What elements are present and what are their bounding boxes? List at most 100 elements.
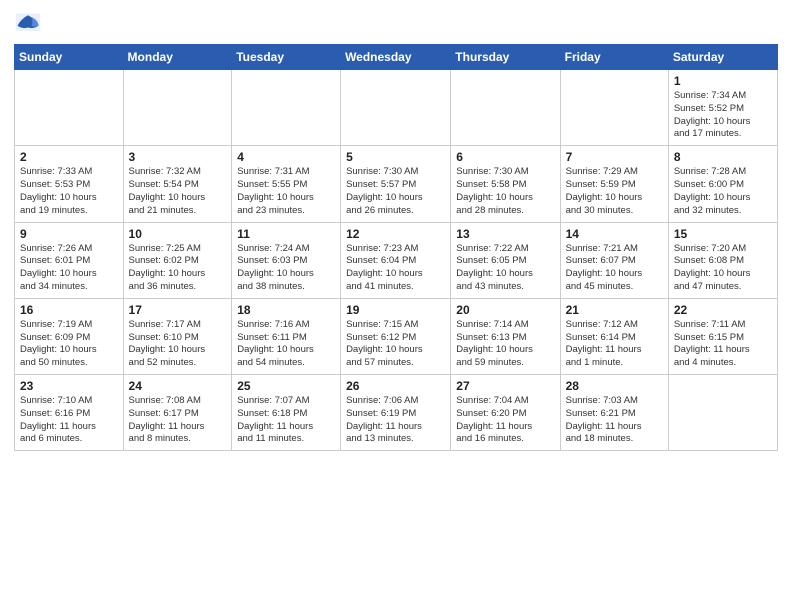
calendar-cell: 7 Sunrise: 7:29 AM Sunset: 5:59 PM Daylig… — [560, 146, 668, 222]
calendar-cell — [341, 70, 451, 146]
day-number: 12 — [346, 227, 445, 241]
day-number: 23 — [20, 379, 118, 393]
calendar-week-5: 23 Sunrise: 7:10 AM Sunset: 6:16 PM Dayli… — [15, 375, 778, 451]
calendar-cell: 4 Sunrise: 7:31 AM Sunset: 5:55 PM Daylig… — [232, 146, 341, 222]
weekday-header-sunday: Sunday — [15, 45, 124, 70]
day-number: 7 — [566, 150, 663, 164]
day-info: Sunrise: 7:33 AM Sunset: 5:53 PM Dayligh… — [20, 166, 118, 217]
day-info: Sunrise: 7:15 AM Sunset: 6:12 PM Dayligh… — [346, 319, 445, 370]
calendar-cell: 27 Sunrise: 7:04 AM Sunset: 6:20 PM Dayli… — [451, 375, 560, 451]
day-info: Sunrise: 7:34 AM Sunset: 5:52 PM Dayligh… — [674, 90, 772, 141]
calendar-cell — [15, 70, 124, 146]
day-info: Sunrise: 7:32 AM Sunset: 5:54 PM Dayligh… — [129, 166, 227, 217]
day-number: 25 — [237, 379, 335, 393]
day-info: Sunrise: 7:06 AM Sunset: 6:19 PM Dayligh… — [346, 395, 445, 446]
day-number: 26 — [346, 379, 445, 393]
day-info: Sunrise: 7:14 AM Sunset: 6:13 PM Dayligh… — [456, 319, 554, 370]
calendar-cell: 23 Sunrise: 7:10 AM Sunset: 6:16 PM Dayli… — [15, 375, 124, 451]
calendar-cell — [232, 70, 341, 146]
day-number: 27 — [456, 379, 554, 393]
calendar-cell: 12Sunrise: 7:23 AM Sunset: 6:04 PM Dayli… — [341, 222, 451, 298]
day-info: Sunrise: 7:16 AM Sunset: 6:11 PM Dayligh… — [237, 319, 335, 370]
day-info: Sunrise: 7:29 AM Sunset: 5:59 PM Dayligh… — [566, 166, 663, 217]
weekday-header-saturday: Saturday — [668, 45, 777, 70]
calendar-header: SundayMondayTuesdayWednesdayThursdayFrid… — [15, 45, 778, 70]
day-info: Sunrise: 7:31 AM Sunset: 5:55 PM Dayligh… — [237, 166, 335, 217]
calendar-cell: 14 Sunrise: 7:21 AM Sunset: 6:07 PM Dayli… — [560, 222, 668, 298]
weekday-header-thursday: Thursday — [451, 45, 560, 70]
day-info: Sunrise: 7:25 AM Sunset: 6:02 PM Dayligh… — [129, 243, 227, 294]
calendar-week-1: 1Sunrise: 7:34 AM Sunset: 5:52 PM Daylig… — [15, 70, 778, 146]
day-info: Sunrise: 7:17 AM Sunset: 6:10 PM Dayligh… — [129, 319, 227, 370]
calendar-cell: 19 Sunrise: 7:15 AM Sunset: 6:12 PM Dayli… — [341, 298, 451, 374]
calendar-cell: 9Sunrise: 7:26 AM Sunset: 6:01 PM Daylig… — [15, 222, 124, 298]
calendar-cell: 1Sunrise: 7:34 AM Sunset: 5:52 PM Daylig… — [668, 70, 777, 146]
day-number: 14 — [566, 227, 663, 241]
day-info: Sunrise: 7:30 AM Sunset: 5:57 PM Dayligh… — [346, 166, 445, 217]
day-number: 8 — [674, 150, 772, 164]
calendar-cell — [668, 375, 777, 451]
day-number: 11 — [237, 227, 335, 241]
calendar-cell: 10 Sunrise: 7:25 AM Sunset: 6:02 PM Dayli… — [123, 222, 232, 298]
calendar-week-4: 16Sunrise: 7:19 AM Sunset: 6:09 PM Dayli… — [15, 298, 778, 374]
calendar-cell: 25 Sunrise: 7:07 AM Sunset: 6:18 PM Dayli… — [232, 375, 341, 451]
day-info: Sunrise: 7:04 AM Sunset: 6:20 PM Dayligh… — [456, 395, 554, 446]
weekday-header-wednesday: Wednesday — [341, 45, 451, 70]
day-number: 19 — [346, 303, 445, 317]
day-info: Sunrise: 7:03 AM Sunset: 6:21 PM Dayligh… — [566, 395, 663, 446]
calendar-cell: 22 Sunrise: 7:11 AM Sunset: 6:15 PM Dayli… — [668, 298, 777, 374]
weekday-header-monday: Monday — [123, 45, 232, 70]
calendar-cell — [123, 70, 232, 146]
page: SundayMondayTuesdayWednesdayThursdayFrid… — [0, 0, 792, 612]
calendar-cell: 17 Sunrise: 7:17 AM Sunset: 6:10 PM Dayli… — [123, 298, 232, 374]
day-number: 13 — [456, 227, 554, 241]
header — [14, 10, 778, 38]
calendar-week-3: 9Sunrise: 7:26 AM Sunset: 6:01 PM Daylig… — [15, 222, 778, 298]
day-info: Sunrise: 7:30 AM Sunset: 5:58 PM Dayligh… — [456, 166, 554, 217]
day-info: Sunrise: 7:11 AM Sunset: 6:15 PM Dayligh… — [674, 319, 772, 370]
calendar-cell: 6Sunrise: 7:30 AM Sunset: 5:58 PM Daylig… — [451, 146, 560, 222]
day-info: Sunrise: 7:26 AM Sunset: 6:01 PM Dayligh… — [20, 243, 118, 294]
day-info: Sunrise: 7:07 AM Sunset: 6:18 PM Dayligh… — [237, 395, 335, 446]
day-number: 3 — [129, 150, 227, 164]
weekday-header-tuesday: Tuesday — [232, 45, 341, 70]
day-number: 10 — [129, 227, 227, 241]
day-info: Sunrise: 7:08 AM Sunset: 6:17 PM Dayligh… — [129, 395, 227, 446]
day-info: Sunrise: 7:12 AM Sunset: 6:14 PM Dayligh… — [566, 319, 663, 370]
calendar-cell: 15 Sunrise: 7:20 AM Sunset: 6:08 PM Dayli… — [668, 222, 777, 298]
day-info: Sunrise: 7:19 AM Sunset: 6:09 PM Dayligh… — [20, 319, 118, 370]
calendar-cell: 8 Sunrise: 7:28 AM Sunset: 6:00 PM Daylig… — [668, 146, 777, 222]
calendar-cell: 26 Sunrise: 7:06 AM Sunset: 6:19 PM Dayli… — [341, 375, 451, 451]
day-info: Sunrise: 7:10 AM Sunset: 6:16 PM Dayligh… — [20, 395, 118, 446]
calendar-cell: 11 Sunrise: 7:24 AM Sunset: 6:03 PM Dayli… — [232, 222, 341, 298]
day-number: 22 — [674, 303, 772, 317]
calendar-week-2: 2 Sunrise: 7:33 AM Sunset: 5:53 PM Daylig… — [15, 146, 778, 222]
day-number: 2 — [20, 150, 118, 164]
day-info: Sunrise: 7:28 AM Sunset: 6:00 PM Dayligh… — [674, 166, 772, 217]
calendar-cell — [451, 70, 560, 146]
logo — [14, 10, 44, 38]
calendar-cell: 21 Sunrise: 7:12 AM Sunset: 6:14 PM Dayli… — [560, 298, 668, 374]
calendar-cell: 24 Sunrise: 7:08 AM Sunset: 6:17 PM Dayli… — [123, 375, 232, 451]
calendar-table: SundayMondayTuesdayWednesdayThursdayFrid… — [14, 44, 778, 451]
day-info: Sunrise: 7:24 AM Sunset: 6:03 PM Dayligh… — [237, 243, 335, 294]
day-number: 24 — [129, 379, 227, 393]
day-number: 4 — [237, 150, 335, 164]
day-info: Sunrise: 7:22 AM Sunset: 6:05 PM Dayligh… — [456, 243, 554, 294]
weekday-header-friday: Friday — [560, 45, 668, 70]
day-number: 17 — [129, 303, 227, 317]
day-info: Sunrise: 7:20 AM Sunset: 6:08 PM Dayligh… — [674, 243, 772, 294]
day-number: 15 — [674, 227, 772, 241]
calendar-cell: 3 Sunrise: 7:32 AM Sunset: 5:54 PM Daylig… — [123, 146, 232, 222]
calendar-cell — [560, 70, 668, 146]
logo-icon — [14, 10, 42, 38]
day-info: Sunrise: 7:21 AM Sunset: 6:07 PM Dayligh… — [566, 243, 663, 294]
day-number: 20 — [456, 303, 554, 317]
day-number: 28 — [566, 379, 663, 393]
day-number: 21 — [566, 303, 663, 317]
calendar-cell: 13 Sunrise: 7:22 AM Sunset: 6:05 PM Dayli… — [451, 222, 560, 298]
calendar-cell: 2 Sunrise: 7:33 AM Sunset: 5:53 PM Daylig… — [15, 146, 124, 222]
day-number: 18 — [237, 303, 335, 317]
calendar-body: 1Sunrise: 7:34 AM Sunset: 5:52 PM Daylig… — [15, 70, 778, 451]
calendar-cell: 28 Sunrise: 7:03 AM Sunset: 6:21 PM Dayli… — [560, 375, 668, 451]
